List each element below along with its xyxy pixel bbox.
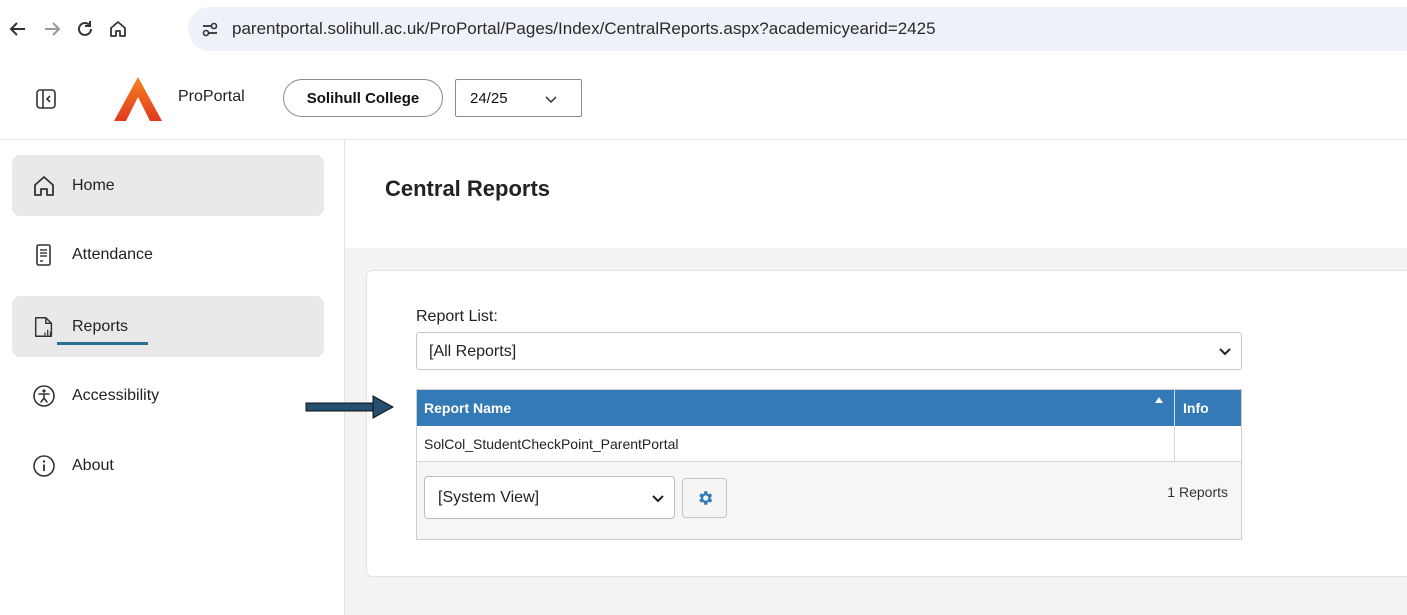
sidebar: Home Attendance Reports Accessibility Ab…	[0, 140, 345, 615]
collapse-sidebar-icon	[36, 89, 56, 109]
column-header-report-name[interactable]: Report Name	[424, 400, 511, 416]
reports-table: Report Name Info SolCol_StudentCheckPoin…	[416, 389, 1242, 540]
collapse-sidebar-button[interactable]	[35, 88, 57, 110]
chevron-down-icon	[545, 96, 557, 104]
sidebar-item-attendance[interactable]: Attendance	[12, 224, 324, 285]
address-bar[interactable]: parentportal.solihull.ac.uk/ProPortal/Pa…	[188, 7, 1407, 51]
column-divider	[1174, 390, 1175, 426]
report-list-label: Report List:	[416, 308, 498, 325]
column-header-info[interactable]: Info	[1183, 400, 1209, 416]
report-list-select[interactable]: [All Reports]	[416, 332, 1242, 370]
site-settings-icon[interactable]	[200, 19, 220, 44]
browser-home-icon	[110, 21, 126, 37]
table-row[interactable]: SolCol_StudentCheckPoint_ParentPortal	[417, 426, 1241, 462]
accessibility-icon	[32, 384, 56, 408]
reload-icon	[78, 21, 92, 36]
report-name-cell[interactable]: SolCol_StudentCheckPoint_ParentPortal	[424, 436, 679, 452]
sidebar-item-label: Home	[72, 176, 115, 194]
info-icon	[32, 454, 56, 478]
chevron-down-icon	[652, 495, 664, 503]
sidebar-item-about[interactable]: About	[12, 435, 324, 496]
sidebar-item-home[interactable]: Home	[12, 155, 324, 216]
report-count: 1 Reports	[1167, 484, 1228, 500]
forward-arrow-icon	[45, 22, 61, 36]
page-header: Central Reports	[345, 140, 1407, 248]
browser-toolbar: parentportal.solihull.ac.uk/ProPortal/Pa…	[0, 0, 1407, 58]
sort-ascending-icon[interactable]	[1154, 396, 1164, 404]
forward-button[interactable]	[40, 17, 64, 41]
gear-icon	[698, 491, 712, 505]
college-selector[interactable]: Solihull College	[283, 79, 443, 117]
view-select-value: [System View]	[438, 489, 540, 506]
view-settings-button[interactable]	[682, 478, 727, 518]
back-button[interactable]	[6, 17, 30, 41]
app-header: ProPortal Solihull College 24/25	[0, 58, 1407, 140]
proportal-logo	[112, 75, 164, 128]
report-list-value: [All Reports]	[429, 343, 517, 360]
sidebar-item-reports[interactable]: Reports	[12, 296, 324, 357]
home-page-button[interactable]	[106, 17, 130, 41]
sidebar-item-accessibility[interactable]: Accessibility	[12, 365, 324, 426]
page-title: Central Reports	[385, 176, 551, 201]
sidebar-item-label: Reports	[72, 317, 129, 335]
report-card: Report List: [All Reports] Report Name I…	[366, 270, 1407, 577]
back-arrow-icon	[9, 22, 25, 36]
sidebar-item-label: Accessibility	[72, 386, 160, 404]
attendance-icon	[32, 243, 56, 267]
annotation-arrow-icon	[305, 395, 395, 419]
academic-year-value: 24/25	[470, 89, 508, 107]
column-divider	[1174, 426, 1175, 462]
chevron-down-icon	[1219, 348, 1231, 356]
sidebar-item-label: About	[72, 456, 114, 474]
academic-year-select[interactable]: 24/25	[455, 79, 582, 117]
url-text: parentportal.solihull.ac.uk/ProPortal/Pa…	[232, 19, 936, 38]
reports-icon	[32, 315, 56, 339]
sidebar-item-label: Attendance	[72, 245, 153, 263]
reload-button[interactable]	[73, 17, 97, 41]
app-name: ProPortal	[178, 88, 245, 105]
active-indicator	[57, 342, 148, 345]
content-area: Report List: [All Reports] Report Name I…	[345, 248, 1407, 615]
table-header: Report Name Info	[417, 390, 1241, 426]
home-icon	[32, 174, 56, 198]
view-select[interactable]: [System View]	[424, 476, 675, 519]
college-name: Solihull College	[306, 89, 420, 107]
